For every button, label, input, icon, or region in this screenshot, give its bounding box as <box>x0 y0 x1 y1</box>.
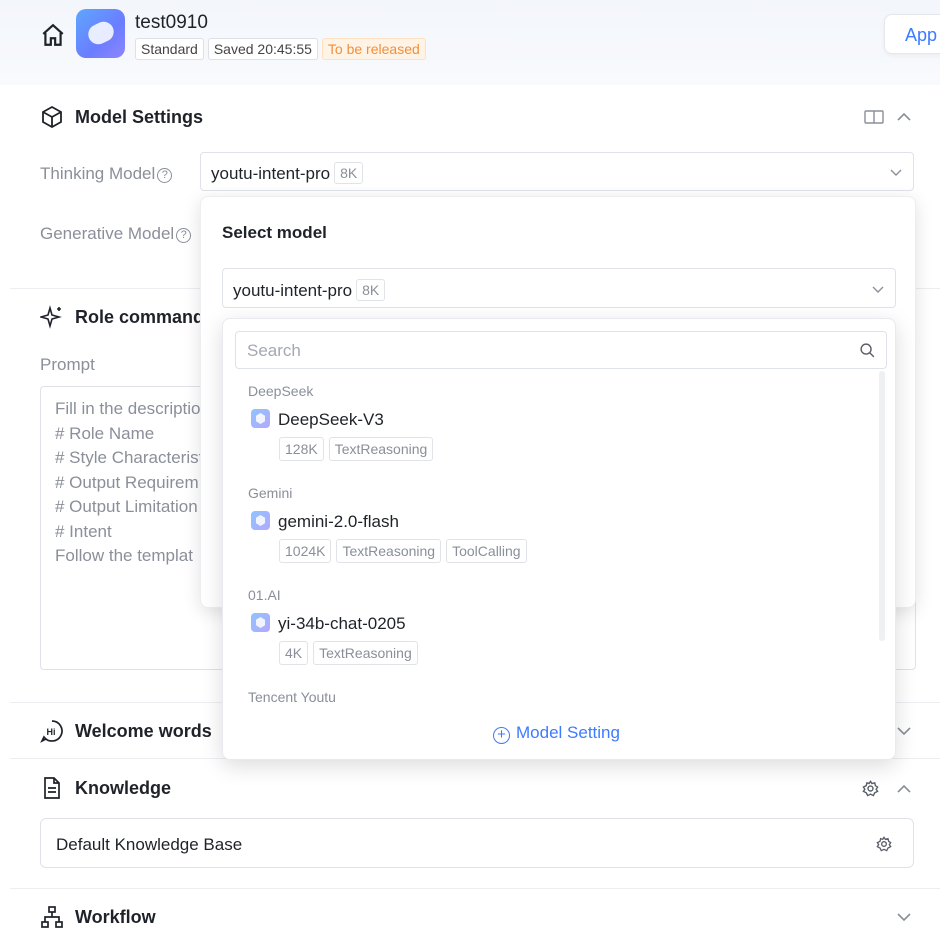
search-icon[interactable] <box>859 342 876 359</box>
thinking-model-label: Thinking Model? <box>40 164 173 184</box>
model-option-deepseek-v3[interactable]: DeepSeek-V3 <box>251 409 384 430</box>
scrollbar[interactable] <box>879 371 885 641</box>
search-input[interactable]: Search <box>235 331 887 369</box>
model-icon <box>251 409 270 428</box>
hi-chat-icon: Hi <box>40 720 63 743</box>
model-tag: 1024K <box>279 539 332 563</box>
release-status-badge: To be released <box>321 38 426 60</box>
group-label-gemini: Gemini <box>248 485 293 501</box>
chevron-down-icon[interactable] <box>897 724 911 738</box>
knowledge-base-name: Default Knowledge Base <box>56 835 243 854</box>
model-tags: 1024K TextReasoning ToolCalling <box>279 539 527 563</box>
model-option-yi-34b-chat-0205[interactable]: yi-34b-chat-0205 <box>251 613 406 634</box>
context-tag: 8K <box>334 162 364 184</box>
sparkle-icon <box>40 305 62 329</box>
document-icon <box>44 777 60 799</box>
model-tags: 4K TextReasoning <box>279 641 418 665</box>
model-settings-title: Model Settings <box>75 107 204 127</box>
model-setting-label: Model Setting <box>516 723 620 742</box>
popup-title: Select model <box>222 223 327 242</box>
model-tag: ToolCalling <box>446 539 527 563</box>
model-name: yi-34b-chat-0205 <box>278 614 406 633</box>
app-name: test0910 <box>135 12 208 33</box>
model-select-value: youtu-intent-pro <box>233 281 353 300</box>
model-tag: TextReasoning <box>328 437 434 461</box>
model-name: DeepSeek-V3 <box>278 410 384 429</box>
model-select[interactable]: youtu-intent-pro 8K <box>222 268 896 308</box>
search-placeholder: Search <box>247 341 301 360</box>
role-commands-title: Role commands <box>75 307 215 327</box>
home-icon[interactable] <box>40 22 66 48</box>
context-tag: 8K <box>356 279 386 301</box>
prompt-label: Prompt <box>40 355 95 374</box>
model-name: gemini-2.0-flash <box>278 512 399 531</box>
gear-icon[interactable] <box>876 836 892 852</box>
app-button[interactable]: App <box>884 14 940 54</box>
standard-tag: Standard <box>135 38 204 60</box>
model-tags: 128K TextReasoning <box>279 437 434 461</box>
plus-circle-icon: + <box>493 727 510 744</box>
help-icon[interactable]: ? <box>176 228 192 243</box>
group-label-01ai: 01.AI <box>248 587 281 603</box>
model-option-gemini-2-0-flash[interactable]: gemini-2.0-flash <box>251 511 399 532</box>
generative-model-label: Generative Model? <box>40 224 192 244</box>
knowledge-title: Knowledge <box>75 778 172 798</box>
thinking-model-value: youtu-intent-pro <box>211 164 331 183</box>
app-tags: Standard Saved 20:45:55 To be released <box>135 38 426 60</box>
workflow-title: Workflow <box>75 907 156 927</box>
model-icon <box>251 613 270 632</box>
group-label-tencent-youtu: Tencent Youtu <box>248 689 336 705</box>
model-tag: TextReasoning <box>313 641 418 665</box>
svg-text:Hi: Hi <box>47 727 56 737</box>
model-tag: 128K <box>279 437 324 461</box>
app-avatar <box>76 9 125 58</box>
chevron-up-icon[interactable] <box>897 110 911 124</box>
chevron-down-icon <box>890 169 902 176</box>
thinking-model-select[interactable]: youtu-intent-pro 8K <box>200 152 914 191</box>
saved-time-tag: Saved 20:45:55 <box>207 38 318 60</box>
model-icon <box>251 511 270 530</box>
model-dropdown: Search DeepSeek DeepSeek-V3 128K TextRea… <box>222 318 896 760</box>
model-tag: TextReasoning <box>336 539 442 563</box>
chevron-up-icon[interactable] <box>897 782 911 796</box>
welcome-words-title: Welcome words <box>75 721 212 741</box>
model-tag: 4K <box>279 641 309 665</box>
gear-icon[interactable] <box>862 780 879 797</box>
help-icon[interactable]: ? <box>157 168 173 183</box>
model-setting-link[interactable]: + Model Setting <box>493 723 620 744</box>
group-label-deepseek: DeepSeek <box>248 383 314 399</box>
header-bar: test0910 Standard Saved 20:45:55 To be r… <box>0 0 940 85</box>
split-view-icon[interactable] <box>864 109 884 125</box>
chevron-down-icon[interactable] <box>897 910 911 924</box>
workflow-icon <box>41 906 63 928</box>
divider <box>10 888 940 889</box>
chevron-down-icon <box>872 286 884 293</box>
cube-icon <box>42 105 62 129</box>
knowledge-base-item[interactable]: Default Knowledge Base <box>40 818 914 868</box>
